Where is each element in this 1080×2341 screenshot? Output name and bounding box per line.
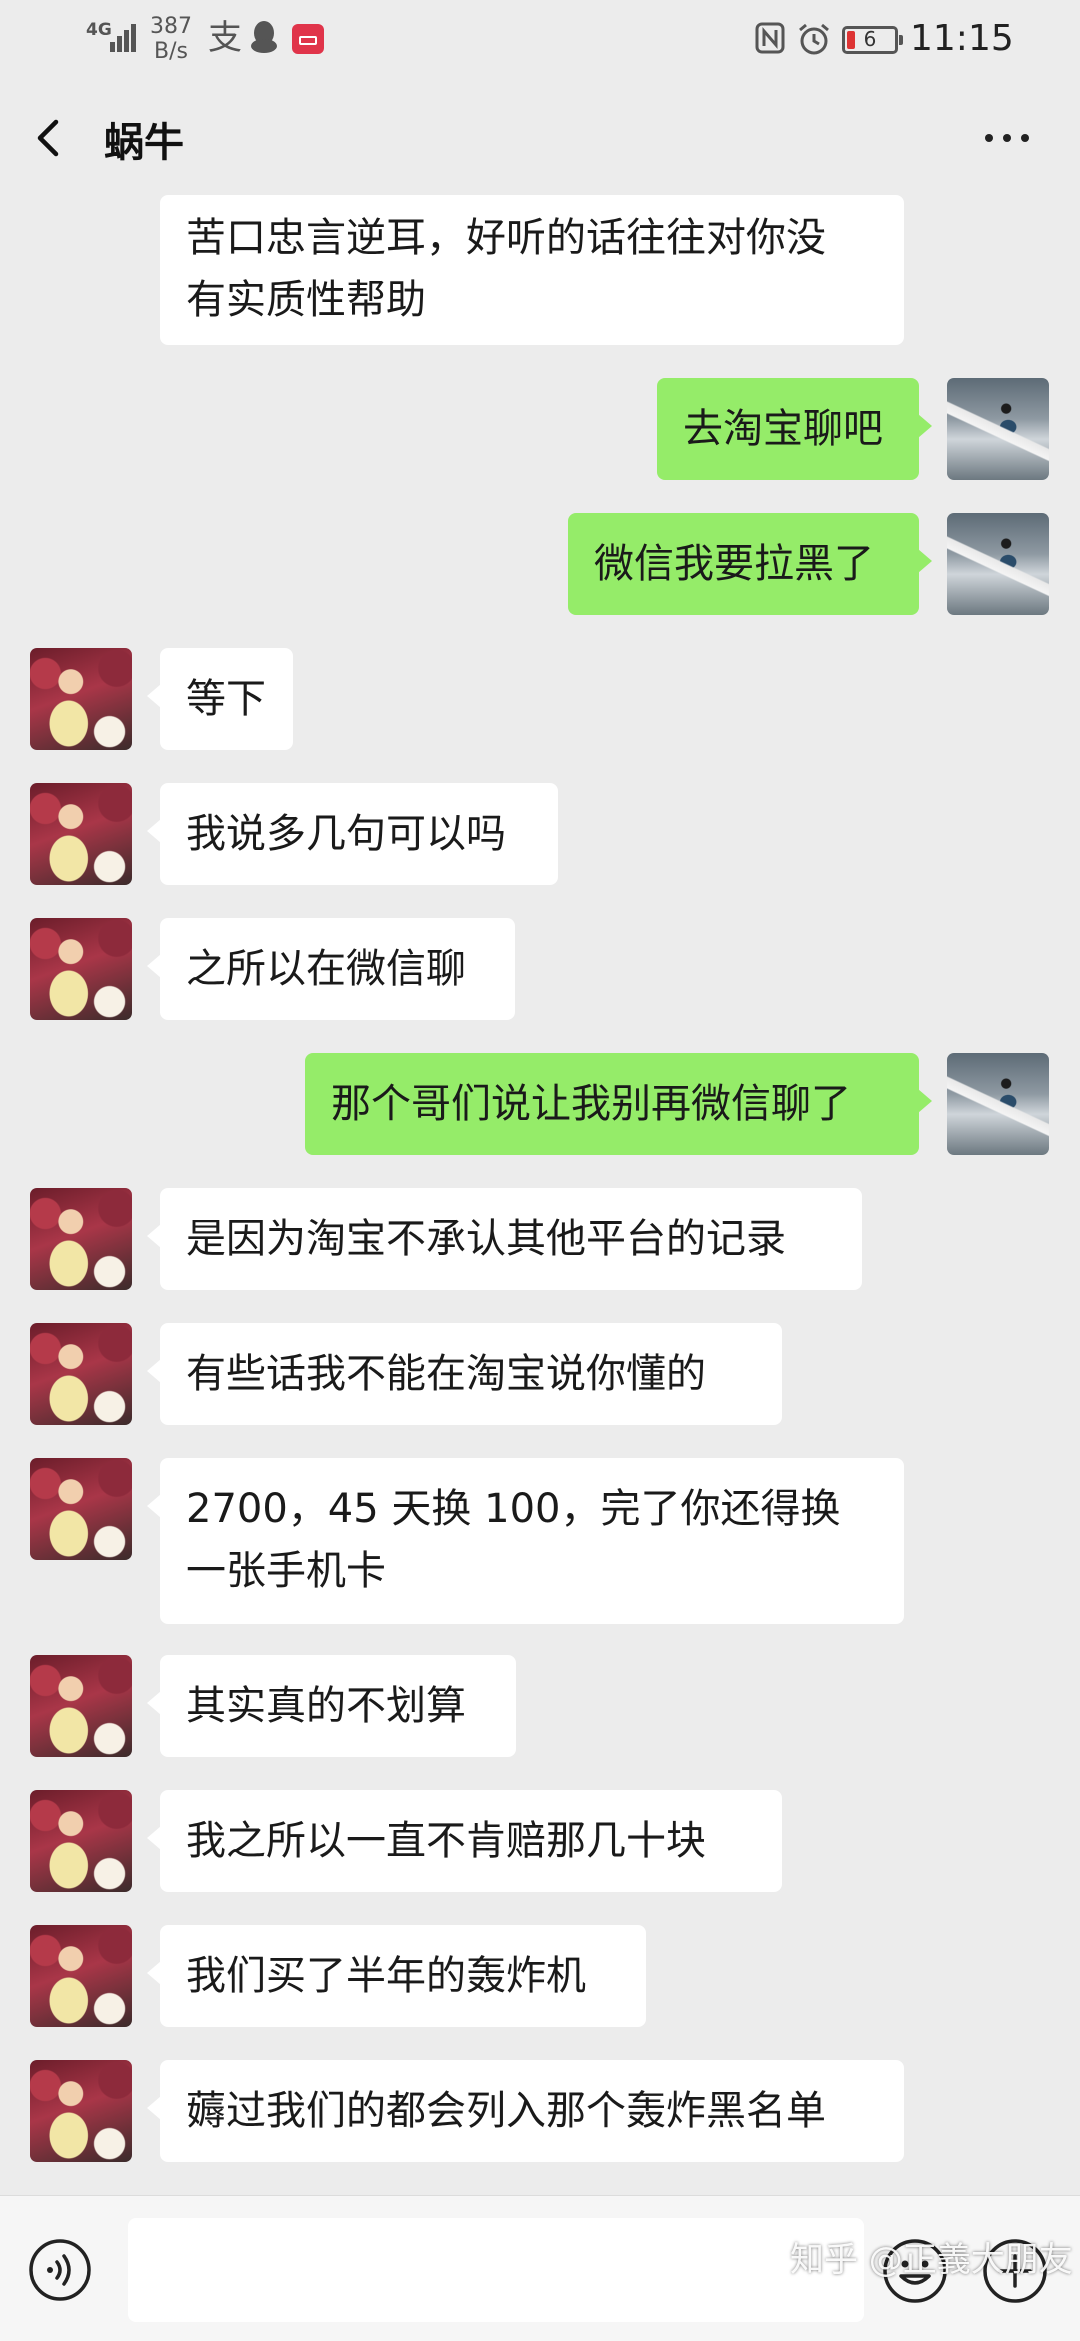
message-bubble[interactable]: 是因为淘宝不承认其他平台的记录 bbox=[147, 1188, 862, 1290]
avatar[interactable] bbox=[30, 1925, 132, 2027]
voice-button[interactable] bbox=[28, 2238, 92, 2302]
avatar[interactable] bbox=[947, 1053, 1049, 1155]
message-bubble[interactable]: 我之所以一直不肯赔那几十块 bbox=[147, 1790, 782, 1892]
message-bubble[interactable]: 等下 bbox=[147, 648, 293, 750]
avatar[interactable] bbox=[30, 783, 132, 885]
message-bubble[interactable]: 之所以在微信聊 bbox=[147, 918, 515, 1020]
message-bubble[interactable]: 其实真的不划算 bbox=[147, 1655, 516, 1757]
avatar[interactable] bbox=[30, 1655, 132, 1757]
message-bubble[interactable]: 有些话我不能在淘宝说你懂的 bbox=[147, 1323, 782, 1425]
message-list: 苦口忠言逆耳，好听的话往往对你没 有实质性帮助 去淘宝聊吧 微信我要拉黑了 等下… bbox=[0, 0, 1080, 2195]
avatar[interactable] bbox=[30, 1188, 132, 1290]
avatar[interactable] bbox=[30, 918, 132, 1020]
avatar[interactable] bbox=[30, 2060, 132, 2162]
message-input[interactable] bbox=[128, 2218, 864, 2322]
voice-icon bbox=[29, 2239, 91, 2301]
avatar[interactable] bbox=[947, 513, 1049, 615]
message-bubble[interactable]: 薅过我们的都会列入那个轰炸黑名单 bbox=[147, 2060, 904, 2162]
message-bubble[interactable]: 我说多几句可以吗 bbox=[147, 783, 558, 885]
message-bubble[interactable]: 微信我要拉黑了 bbox=[568, 513, 932, 615]
avatar[interactable] bbox=[947, 378, 1049, 480]
avatar[interactable] bbox=[30, 1458, 132, 1560]
message-bubble[interactable]: 那个哥们说让我别再微信聊了 bbox=[305, 1053, 932, 1155]
avatar[interactable] bbox=[30, 1790, 132, 1892]
message-bubble[interactable]: 去淘宝聊吧 bbox=[657, 378, 932, 480]
avatar[interactable] bbox=[30, 1323, 132, 1425]
message-bubble[interactable]: 我们买了半年的轰炸机 bbox=[147, 1925, 646, 2027]
watermark: 知乎 @正義大朋友 bbox=[790, 2240, 1073, 2280]
avatar[interactable] bbox=[30, 648, 132, 750]
message-bubble[interactable]: 2700，45 天换 100，完了你还得换 一张手机卡 bbox=[147, 1458, 904, 1624]
message-bubble[interactable]: 苦口忠言逆耳，好听的话往往对你没 有实质性帮助 bbox=[160, 195, 904, 345]
